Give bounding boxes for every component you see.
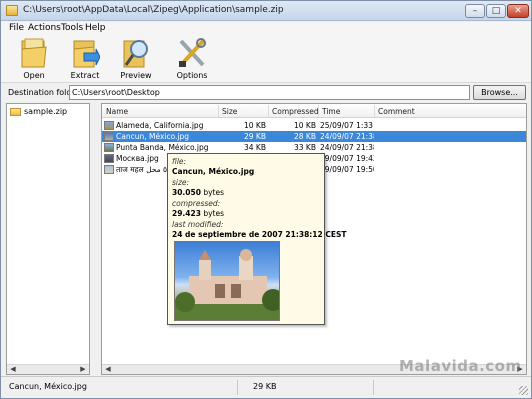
archive-tree: sample.zip ◀ ▶ (6, 103, 90, 375)
tooltip-size-unit: bytes (203, 188, 225, 197)
extract-label: Extract (70, 71, 100, 80)
column-name[interactable]: Name (106, 107, 128, 116)
column-compressed[interactable]: Compressed (272, 107, 319, 116)
tooltip-compressed-value: 29.423 (172, 209, 201, 218)
status-divider (237, 380, 238, 395)
preview-label: Preview (120, 71, 152, 80)
resize-grip-icon[interactable] (519, 386, 528, 395)
file-time: 19/09/07 19:50 (320, 165, 374, 174)
options-button[interactable]: Options (167, 35, 217, 83)
column-divider[interactable] (268, 105, 269, 117)
tree-horizontal-scrollbar[interactable]: ◀ ▶ (7, 364, 89, 374)
maximize-button[interactable]: □ (486, 4, 506, 18)
file-time: 19/09/07 19:42 (320, 154, 374, 163)
column-size[interactable]: Size (222, 107, 237, 116)
open-button[interactable]: Open (9, 35, 59, 83)
tooltip-compressed: 29.423 bytes (172, 209, 224, 218)
preview-button[interactable]: Preview (111, 35, 161, 83)
file-name: Cancun, México.jpg (116, 132, 190, 141)
tooltip-file-label: file: (172, 157, 187, 166)
toolbar: Open Extract Preview Options (1, 35, 531, 83)
status-divider (373, 380, 374, 395)
scroll-left-icon[interactable]: ◀ (8, 365, 18, 374)
tooltip-compressed-label: compressed: (172, 199, 221, 208)
file-time: 24/09/07 21:38 (320, 143, 374, 152)
tools-icon (179, 38, 206, 67)
file-size: 10 KB (244, 121, 266, 130)
tooltip-file-name: Cancun, México.jpg (172, 167, 255, 176)
extract-button[interactable]: Extract (60, 35, 110, 83)
file-size: 29 KB (244, 132, 266, 141)
zip-folder-icon (10, 108, 21, 116)
file-size: 34 KB (244, 143, 266, 152)
tooltip-size: 30.050 bytes (172, 188, 224, 197)
menu-bar: File Actions Tools Help (1, 22, 531, 35)
image-thumbnail-icon (104, 121, 114, 130)
image-thumbnail-icon (104, 132, 114, 141)
column-time[interactable]: Time (322, 107, 340, 116)
tree-item-label: sample.zip (24, 107, 68, 116)
zip-folder-icon (6, 5, 18, 16)
file-name: Punta Banda, México.jpg (116, 143, 209, 152)
watermark: Malavida.com (399, 357, 522, 375)
menu-tools[interactable]: Tools (61, 23, 83, 33)
list-header: Name Size Compressed Time Comment (102, 104, 526, 118)
file-time: 25/09/07 1:33 (320, 121, 373, 130)
column-divider[interactable] (318, 105, 319, 117)
status-size: 29 KB (253, 382, 277, 391)
file-compressed: 33 KB (294, 143, 316, 152)
tooltip-compressed-unit: bytes (203, 209, 225, 218)
browse-button[interactable]: Browse... (473, 85, 526, 100)
image-thumbnail-icon (104, 143, 114, 152)
tooltip-size-label: size: (172, 178, 190, 187)
table-row[interactable]: Punta Banda, México.jpg 34 KB 33 KB 24/0… (102, 142, 526, 153)
menu-help[interactable]: Help (85, 23, 106, 33)
file-compressed: 28 KB (294, 132, 316, 141)
scroll-left-icon[interactable]: ◀ (103, 365, 113, 374)
scroll-right-icon[interactable]: ▶ (78, 365, 88, 374)
church-photo-icon (175, 249, 279, 320)
folder-open-icon (21, 38, 47, 68)
tooltip-modified: 24 de septiembre de 2007 21:38:12 CEST (172, 230, 347, 239)
table-row[interactable]: Cancun, México.jpg 29 KB 28 KB 24/09/07 … (102, 131, 526, 142)
tooltip-modified-label: last modified: (172, 220, 224, 229)
destination-row: Destination folder: Browse... (1, 84, 531, 102)
magnifier-icon (123, 40, 148, 68)
image-thumbnail-icon (104, 154, 114, 163)
tooltip-size-value: 30.050 (172, 188, 201, 197)
image-thumbnail-icon (104, 165, 114, 174)
title-bar[interactable]: C:\Users\root\AppData\Local\Zipeg\Applic… (1, 1, 531, 21)
open-label: Open (23, 71, 45, 80)
close-button[interactable]: ✕ (507, 4, 529, 18)
pane-splitter[interactable] (91, 103, 100, 375)
file-time: 24/09/07 21:38 (320, 132, 374, 141)
file-name: Alameda, California.jpg (116, 121, 204, 130)
table-row[interactable]: Alameda, California.jpg 10 KB 10 KB 25/0… (102, 120, 526, 131)
column-comment[interactable]: Comment (378, 107, 415, 116)
menu-actions[interactable]: Actions (28, 23, 61, 33)
menu-file[interactable]: File (9, 23, 24, 33)
file-info-tooltip: file: Cancun, México.jpg size: 30.050 by… (167, 153, 346, 325)
minimize-button[interactable]: – (465, 4, 485, 18)
image-preview (174, 241, 280, 321)
column-divider[interactable] (218, 105, 219, 117)
app-window: C:\Users\root\AppData\Local\Zipeg\Applic… (0, 0, 532, 399)
column-divider[interactable] (374, 105, 375, 117)
status-bar: Cancun, México.jpg 29 KB (1, 376, 531, 398)
window-title: C:\Users\root\AppData\Local\Zipeg\Applic… (23, 5, 284, 15)
status-file: Cancun, México.jpg (9, 382, 87, 391)
extract-icon (73, 40, 100, 68)
options-label: Options (176, 71, 208, 80)
file-compressed: 10 KB (294, 121, 316, 130)
destination-input[interactable] (69, 85, 470, 100)
